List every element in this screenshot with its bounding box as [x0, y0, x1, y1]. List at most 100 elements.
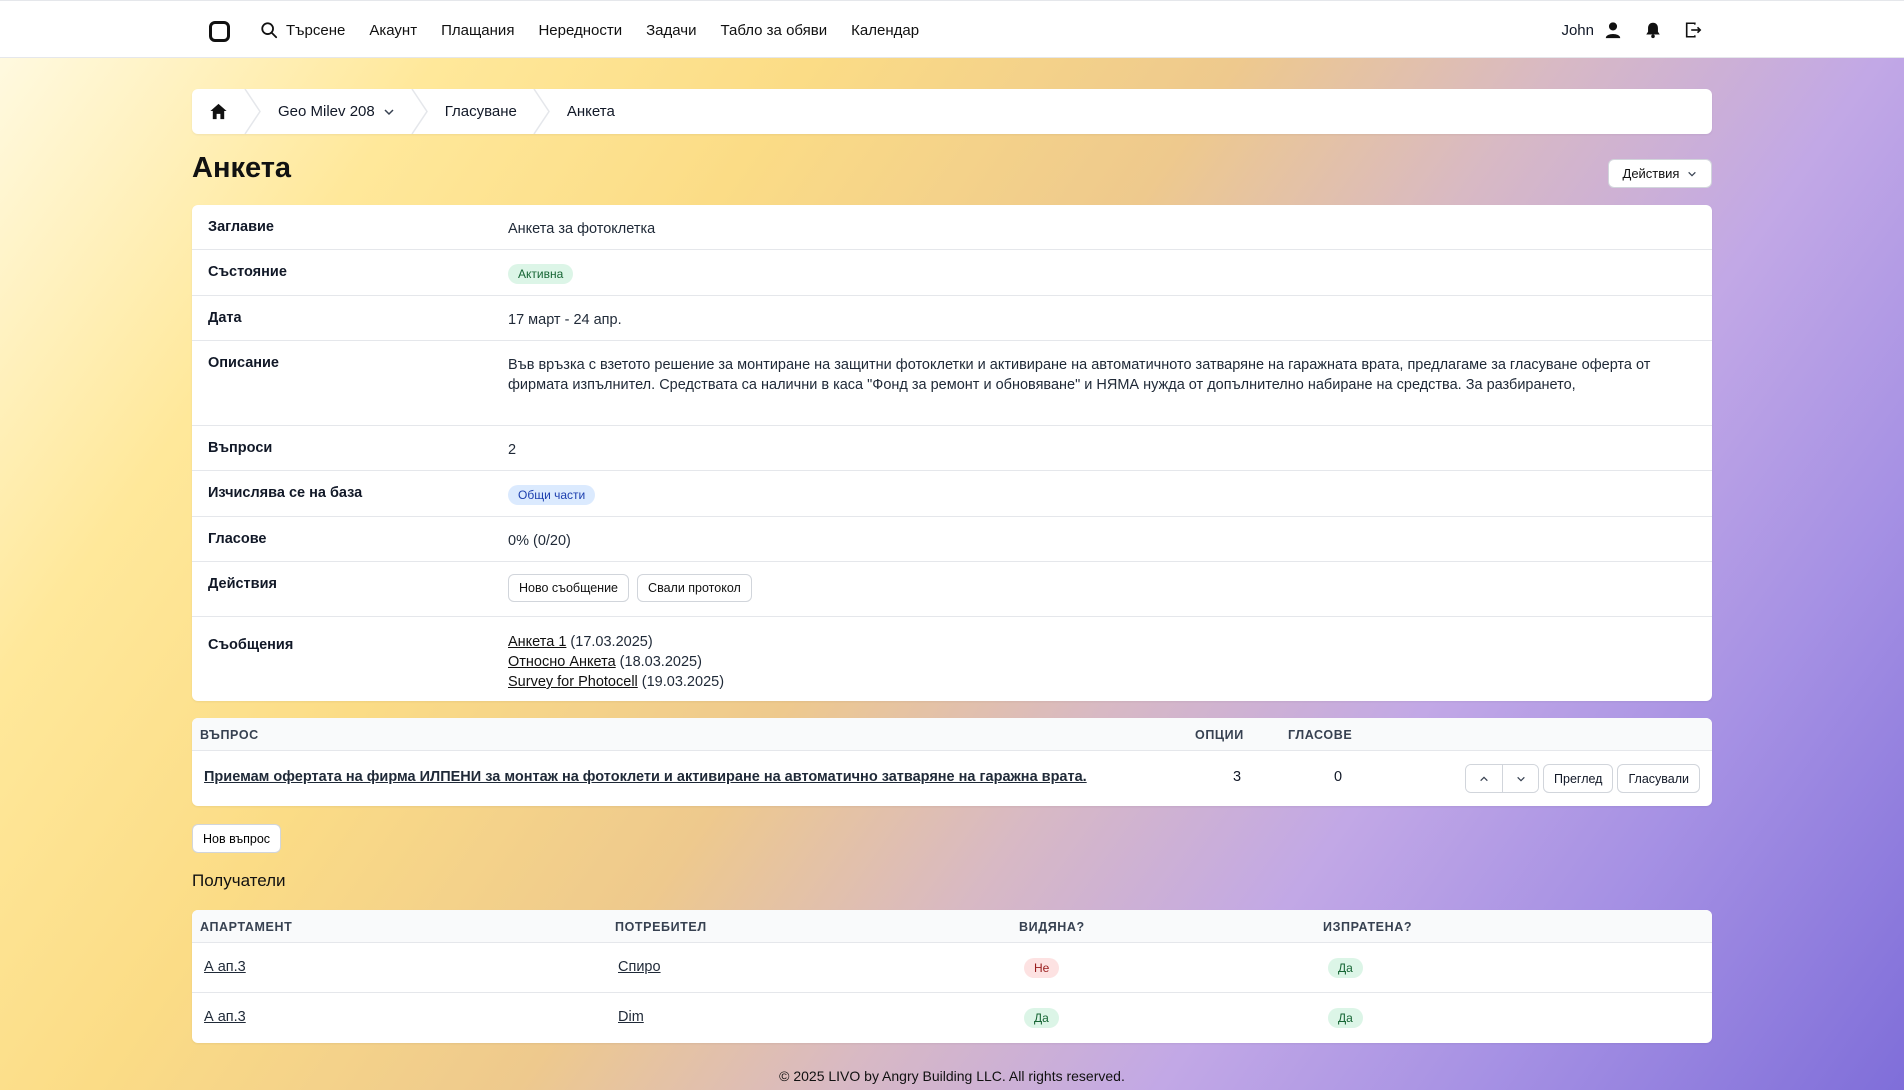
detail-label: Заглавие	[208, 219, 274, 235]
detail-actions: Ново съобщение Свали протокол	[508, 562, 1696, 616]
detail-label: Описание	[208, 355, 279, 371]
main-nav: Търсене Акаунт Плащания Нередности Задач…	[260, 1, 919, 59]
detail-row-questions: Въпроси 2	[192, 426, 1712, 471]
breadcrumb-home[interactable]	[192, 89, 244, 134]
voters-button[interactable]: Гласували	[1617, 764, 1700, 793]
user-menu[interactable]: John	[1561, 21, 1622, 39]
chevron-up-icon	[1480, 775, 1488, 781]
message-link[interactable]: Относно Анкета	[508, 654, 616, 670]
breadcrumb-separator	[244, 89, 261, 134]
user-area: John	[1561, 1, 1702, 59]
footer-copyright: © 2025 LIVO by Angry Building LLC. All r…	[779, 1068, 1125, 1084]
message-link[interactable]: Survey for Photocell	[508, 674, 638, 690]
breadcrumb: Geo Milev 208 Гласуване Анкета	[192, 89, 1712, 134]
nav-search[interactable]: Търсене	[260, 21, 345, 39]
detail-value-container: Общи части	[508, 471, 1696, 516]
apartment-link[interactable]: А ап.3	[204, 1009, 246, 1025]
move-down-button[interactable]	[1502, 765, 1539, 792]
question-options-count: 3	[1233, 769, 1242, 785]
col-header-question: ВЪПРОС	[200, 728, 259, 742]
download-protocol-button[interactable]: Свали протокол	[637, 574, 752, 602]
breadcrumb-current: Анкета	[566, 103, 615, 120]
nav-tasks[interactable]: Задачи	[646, 22, 696, 39]
basis-badge: Общи части	[508, 485, 596, 505]
questions-table-header: ВЪПРОС ОПЦИИ ГЛАСОВЕ	[192, 718, 1712, 751]
question-actions: Преглед Гласували	[1465, 764, 1700, 793]
message-item: Анкета 1 (17.03.2025)	[508, 632, 1696, 652]
message-item: Относно Анкета (18.03.2025)	[508, 652, 1696, 672]
bell-icon[interactable]	[1644, 21, 1662, 39]
detail-label: Дата	[208, 310, 242, 326]
survey-details-card: Заглавие Анкета за фотоклетка Състояние …	[192, 205, 1712, 701]
detail-value-container: Активна	[508, 250, 1696, 295]
detail-label: Съобщения	[208, 637, 294, 653]
detail-value: Анкета за фотоклетка	[508, 221, 656, 237]
move-up-button[interactable]	[1466, 765, 1503, 792]
apartment-link[interactable]: А ап.3	[204, 959, 246, 975]
sent-badge: Да	[1328, 1008, 1363, 1028]
recipients-table: АПАРТАМЕНТ ПОТРЕБИТЕЛ ВИДЯНА? ИЗПРАТЕНА?…	[192, 910, 1712, 1043]
message-date: (18.03.2025)	[615, 654, 702, 670]
nav-payments[interactable]: Плащания	[441, 22, 514, 39]
detail-row-title: Заглавие Анкета за фотоклетка	[192, 205, 1712, 250]
question-votes-count: 0	[1334, 769, 1343, 785]
chevron-down-icon	[1688, 171, 1697, 177]
description-text: Във връзка с взетото решение за монтиран…	[508, 357, 1651, 393]
sent-badge: Да	[1328, 958, 1363, 978]
reorder-buttons	[1465, 764, 1540, 793]
chevron-down-icon	[384, 108, 394, 115]
message-date: (17.03.2025)	[566, 634, 653, 650]
status-badge: Активна	[508, 264, 574, 284]
app-logo[interactable]	[209, 21, 230, 42]
recipients-table-header: АПАРТАМЕНТ ПОТРЕБИТЕЛ ВИДЯНА? ИЗПРАТЕНА?	[192, 910, 1712, 943]
nav-calendar[interactable]: Календар	[851, 22, 919, 39]
col-header-seen: ВИДЯНА?	[1019, 920, 1085, 934]
actions-dropdown-button[interactable]: Действия	[1608, 159, 1712, 188]
new-message-button[interactable]: Ново съобщение	[508, 574, 630, 602]
message-link[interactable]: Анкета 1	[508, 634, 566, 650]
user-link[interactable]: Dim	[618, 1009, 644, 1025]
detail-label: Действия	[208, 576, 277, 592]
detail-label: Гласове	[208, 531, 267, 547]
nav-account[interactable]: Акаунт	[369, 22, 417, 39]
messages-list: Анкета 1 (17.03.2025) Относно Анкета (18…	[508, 617, 1696, 701]
question-link[interactable]: Приемам офертата на фирма ИЛПЕНИ за монт…	[204, 769, 1087, 785]
user-name: John	[1561, 21, 1594, 39]
detail-value: 17 март - 24 апр.	[508, 312, 622, 328]
user-icon	[1605, 22, 1621, 39]
col-header-votes: ГЛАСОВЕ	[1288, 728, 1353, 742]
page-title: Анкета	[192, 152, 292, 184]
breadcrumb-voting[interactable]: Гласуване	[429, 89, 533, 134]
user-link[interactable]: Спиро	[618, 959, 661, 975]
detail-value: 0% (0/20)	[508, 533, 571, 549]
logout-icon[interactable]	[1684, 21, 1702, 39]
col-header-apartment: АПАРТАМЕНТ	[200, 920, 293, 934]
breadcrumb-building[interactable]: Geo Milev 208	[262, 89, 411, 134]
nav-bulletin-board[interactable]: Табло за обяви	[721, 22, 828, 39]
col-header-user: ПОТРЕБИТЕЛ	[615, 920, 707, 934]
chevron-down-icon	[1516, 776, 1525, 782]
detail-row-actions: Действия Ново съобщение Свали протокол	[192, 562, 1712, 617]
seen-badge: Не	[1024, 958, 1060, 978]
top-navbar: Търсене Акаунт Плащания Нередности Задач…	[0, 0, 1904, 58]
recipients-title: Получатели	[192, 871, 286, 890]
view-question-button[interactable]: Преглед	[1543, 764, 1614, 793]
seen-badge: Да	[1024, 1008, 1059, 1028]
table-row: Приемам офертата на фирма ИЛПЕНИ за монт…	[192, 751, 1712, 806]
actions-dropdown-label: Действия	[1622, 166, 1680, 181]
questions-table: ВЪПРОС ОПЦИИ ГЛАСОВЕ Приемам офертата на…	[192, 718, 1712, 806]
detail-label: Въпроси	[208, 440, 273, 456]
breadcrumb-building-label: Geo Milev 208	[278, 103, 375, 120]
detail-row-status: Състояние Активна	[192, 250, 1712, 296]
col-header-sent: ИЗПРАТЕНА?	[1323, 920, 1413, 934]
message-item: Survey for Photocell (19.03.2025)	[508, 672, 1696, 692]
home-icon	[209, 103, 227, 120]
breadcrumb-separator	[533, 89, 550, 134]
nav-irregularities[interactable]: Нередности	[538, 22, 622, 39]
detail-label: Изчислява се на база	[208, 485, 363, 501]
nav-search-label: Търсене	[286, 21, 346, 39]
breadcrumb-separator	[411, 89, 428, 134]
detail-row-votes: Гласове 0% (0/20)	[192, 517, 1712, 562]
detail-value: 2	[508, 442, 517, 458]
new-question-button[interactable]: Нов въпрос	[192, 824, 282, 853]
